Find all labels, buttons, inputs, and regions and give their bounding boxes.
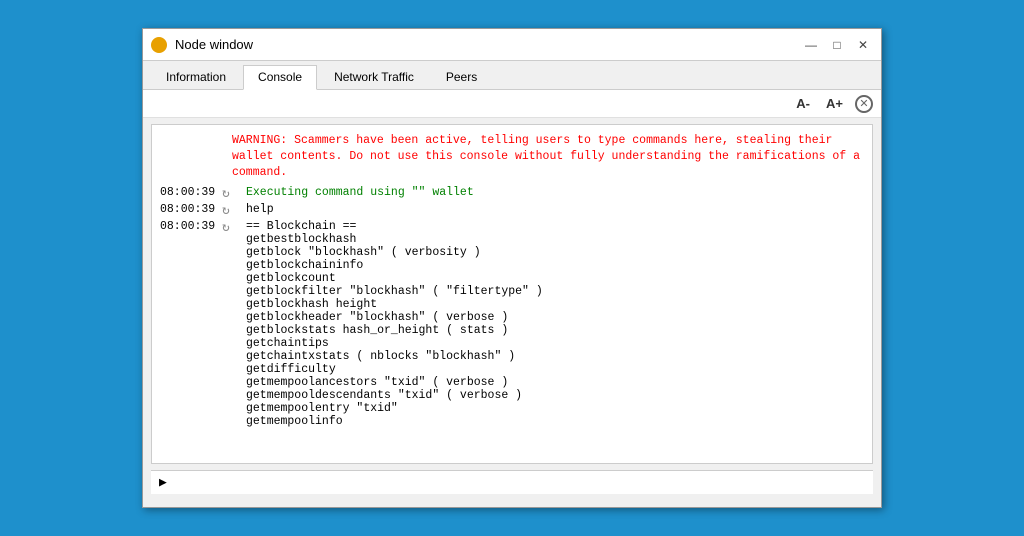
title-bar: Node window — □ ✕ [143,29,881,61]
console-prompt: ▶ [159,475,167,490]
console-area: WARNING: Scammers have been active, tell… [151,124,873,464]
console-output[interactable]: WARNING: Scammers have been active, tell… [152,125,872,463]
log-content-3: == Blockchain == getbestblockhash getblo… [242,220,872,428]
window-controls: — □ ✕ [801,35,873,55]
log-time-3: 08:00:39 [152,220,222,233]
window-title: Node window [175,37,801,52]
console-warning: WARNING: Scammers have been active, tell… [152,129,872,185]
log-time-1: 08:00:39 [152,186,222,199]
font-decrease-button[interactable]: A- [792,94,814,113]
log-line-3: 08:00:39 ↻ == Blockchain == getbestblock… [152,219,872,429]
console-input-row: ▶ [151,470,873,494]
log-content-1: Executing command using "" wallet [242,186,872,199]
font-increase-button[interactable]: A+ [822,94,847,113]
console-toolbar: A- A+ ✕ [143,90,881,118]
window-icon [151,37,167,53]
log-line-1: 08:00:39 ↻ Executing command using "" wa… [152,185,872,202]
log-content-2: help [242,203,872,216]
tab-console[interactable]: Console [243,65,317,90]
log-time-2: 08:00:39 [152,203,222,216]
refresh-icon-3: ↻ [222,220,242,235]
minimize-button[interactable]: — [801,35,821,55]
node-window: Node window — □ ✕ Information Console Ne… [142,28,882,508]
tab-peers[interactable]: Peers [431,65,492,89]
refresh-icon-1: ↻ [222,186,242,201]
tab-network-traffic[interactable]: Network Traffic [319,65,429,89]
console-input[interactable] [173,476,865,490]
log-line-2: 08:00:39 ↻ help [152,202,872,219]
console-close-button[interactable]: ✕ [855,95,873,113]
tab-bar: Information Console Network Traffic Peer… [143,61,881,90]
maximize-button[interactable]: □ [827,35,847,55]
refresh-icon-2: ↻ [222,203,242,218]
close-button[interactable]: ✕ [853,35,873,55]
tab-information[interactable]: Information [151,65,241,89]
